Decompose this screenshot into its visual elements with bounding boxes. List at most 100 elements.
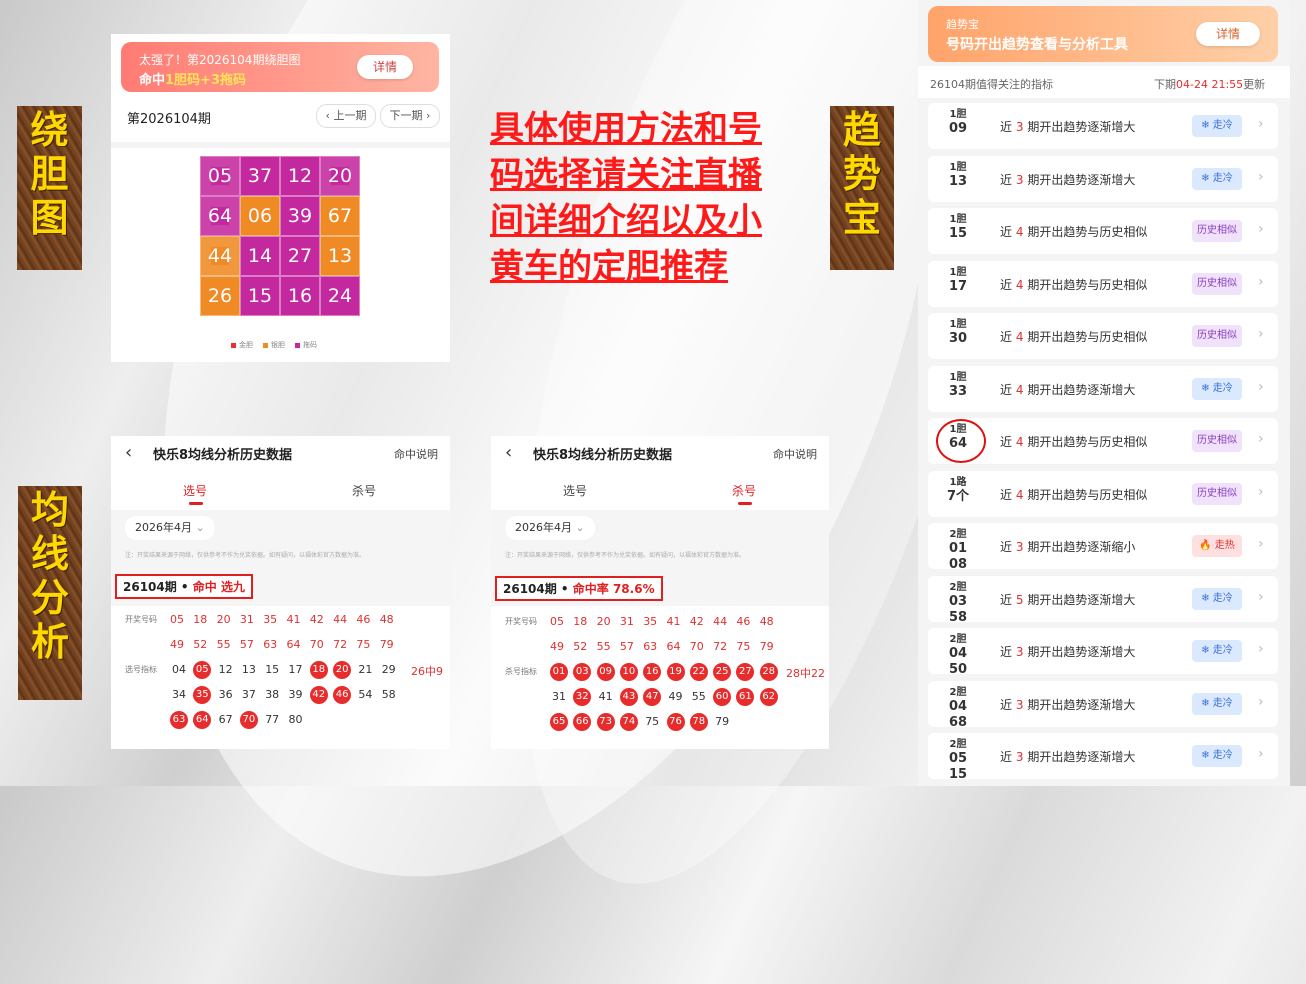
hit-ball: 47 — [643, 688, 662, 706]
label-char: 线 — [30, 532, 69, 576]
kill-label: 杀号指标 — [505, 667, 537, 676]
back-icon[interactable]: ‹ — [505, 442, 512, 463]
indicator-row[interactable]: 1胆 17 近 4 期开出趋势与历史相似 历史相似 › — [928, 260, 1278, 307]
number: 75 — [645, 715, 660, 728]
trend-tag: 历史相似 — [1192, 272, 1242, 295]
help-link[interactable]: 命中说明 — [773, 446, 817, 462]
indicator-row[interactable]: 1胆 33 近 4 期开出趋势逐渐增大 ❄ 走冷 › — [928, 365, 1278, 412]
grid-cell: 14 — [240, 236, 280, 276]
hit-ball: 46 — [333, 686, 352, 704]
legend-label: 银胆 — [271, 341, 285, 349]
grid-cell: 67 — [320, 196, 360, 236]
trend-tag: ❄ 走冷 — [1192, 115, 1242, 137]
indicator-key: 1胆 13 — [940, 162, 976, 190]
indicator-row[interactable]: 1胆 09 近 3 期开出趋势逐渐增大 ❄ 走冷 › — [928, 103, 1278, 149]
indicator-row[interactable]: 1胆 30 近 4 期开出趋势与历史相似 历史相似 › — [928, 313, 1278, 359]
indicator-row[interactable]: 2胆 03 58 近 5 期开出趋势逐渐增大 ❄ 走冷 › — [928, 575, 1278, 625]
hit-ball: 60 — [713, 688, 732, 706]
desc-count: 3 — [1015, 172, 1024, 187]
desc-pre: 近 — [1000, 330, 1013, 344]
month-select[interactable]: 2026年4月 ⌄ — [505, 516, 595, 540]
chevron-down-icon: ⌄ — [575, 521, 585, 534]
legend-swatch — [295, 342, 300, 348]
chevron-right-icon: › — [1258, 273, 1264, 290]
period-title: 第2026104期 — [127, 112, 211, 127]
next-period-button[interactable]: 下一期 › — [380, 104, 440, 128]
hit-ball: 42 — [309, 686, 328, 704]
banner-line1: 太强了！第2026104期绕胆图 — [139, 53, 301, 67]
indicator-desc: 近 3 期开出趋势逐渐增大 — [1000, 748, 1135, 765]
indicator-key: 2胆 01 08 — [940, 529, 976, 573]
tab-kill[interactable]: 杀号 — [352, 482, 376, 499]
help-link[interactable]: 命中说明 — [394, 446, 438, 462]
desc-count: 3 — [1015, 645, 1024, 659]
hit-ball: 73 — [596, 713, 615, 731]
indicator-key: 2胆 05 15 — [940, 739, 976, 783]
indicator-desc: 近 3 期开出趋势逐渐缩小 — [1000, 538, 1135, 555]
tab-select[interactable]: 选号 — [183, 482, 207, 499]
tab-kill[interactable]: 杀号 — [732, 482, 756, 499]
grid-cell: 37 — [240, 156, 280, 196]
indicator-row[interactable]: 2胆 01 08 近 3 期开出趋势逐渐缩小 🔥 走热 › — [928, 523, 1278, 572]
indicator-row[interactable]: 1胆 15 近 4 期开出趋势与历史相似 历史相似 › — [928, 208, 1278, 254]
hit-result: 命中率 78.6% — [572, 582, 655, 596]
desc-post: 期开出趋势逐渐增大 — [1027, 750, 1136, 764]
indicator-row[interactable]: 2胆 05 15 近 3 期开出趋势逐渐增大 ❄ 走冷 › — [928, 733, 1278, 782]
legend-item: 拖码 — [295, 341, 317, 349]
tab-select[interactable]: 选号 — [563, 482, 587, 499]
desc-post: 期开出趋势逐渐缩小 — [1027, 540, 1136, 554]
hit-ball: 16 — [643, 663, 662, 681]
draw-number: 72 — [333, 638, 348, 651]
desc-pre: 近 — [1000, 172, 1013, 187]
chevron-right-icon: › — [1258, 693, 1264, 710]
desc-post: 期开出趋势逐渐增大 — [1027, 645, 1136, 659]
indicator-desc: 近 4 期开出趋势与历史相似 — [1000, 276, 1147, 293]
indicator-row[interactable]: 1胆 64 近 4 期开出趋势与历史相似 历史相似 › — [928, 418, 1278, 464]
indicator-desc: 近 4 期开出趋势与历史相似 — [1000, 486, 1147, 503]
prev-period-button[interactable]: ‹ 上一期 — [316, 104, 376, 128]
draw-number: 55 — [596, 640, 611, 653]
grid-cell: 13 — [320, 236, 360, 276]
grid-cell: 39 — [280, 196, 320, 236]
qushibao-banner: 趋势宝 号码开出趋势查看与分析工具 详情 — [928, 6, 1278, 62]
back-icon[interactable]: ‹ — [125, 442, 132, 463]
desc-count: 4 — [1015, 277, 1024, 292]
indicator-row[interactable]: 1胆 13 近 3 期开出趋势逐渐增大 ❄ 走冷 › — [928, 155, 1278, 202]
month-select[interactable]: 2026年4月 ⌄ — [125, 516, 215, 540]
draw-number: 75 — [736, 640, 751, 653]
label-char: 宝 — [842, 196, 881, 240]
key-type: 1胆 — [949, 109, 967, 120]
hit-count: 28中22 — [786, 667, 825, 680]
indicator-key: 1路 7个 — [940, 477, 976, 505]
chevron-right-icon: › — [1258, 326, 1264, 342]
desc-count: 4 — [1015, 435, 1024, 449]
number: 67 — [218, 713, 233, 726]
desc-post: 期开出趋势逐渐增大 — [1027, 592, 1136, 607]
indicator-row[interactable]: 2胆 04 50 近 3 期开出趋势逐渐增大 ❄ 走冷 › — [928, 628, 1278, 677]
desc-count: 3 — [1015, 750, 1024, 764]
number-area: 开奖号码 05 18 20 31 35 41 42 44 46 48 49 52 55 57 63 64 70 72… — [491, 613, 829, 743]
indicator-row[interactable]: 2胆 04 68 近 3 期开出趋势逐渐增大 ❄ 走冷 › — [928, 680, 1278, 730]
draw-number: 42 — [309, 613, 324, 626]
desc-pre: 近 — [1000, 435, 1013, 449]
indicator-row[interactable]: 1路 7个 近 4 期开出趋势与历史相似 历史相似 › — [928, 470, 1278, 517]
update-prefix: 下期 — [1154, 78, 1176, 91]
number: 31 — [552, 690, 566, 703]
grid-cell: 16 — [280, 276, 320, 316]
draw-number: 46 — [736, 615, 751, 628]
page-title: 快乐8均线分析历史数据 — [533, 448, 673, 463]
detail-button[interactable]: 详情 — [1196, 22, 1260, 46]
hit-ball: 32 — [573, 688, 592, 706]
draw-number: 18 — [573, 615, 588, 628]
indicator-key: 1胆 33 — [940, 372, 976, 400]
indicator-key: 1胆 30 — [940, 319, 976, 347]
draw-number: 41 — [666, 615, 681, 628]
hit-ball: 70 — [239, 711, 258, 729]
chevron-right-icon: › — [1258, 536, 1264, 552]
desc-pre: 近 — [1000, 225, 1013, 239]
desc-pre: 近 — [1000, 487, 1013, 502]
desc-count: 4 — [1015, 330, 1024, 344]
detail-button[interactable]: 详情 — [357, 55, 413, 79]
desc-pre: 近 — [1000, 540, 1013, 554]
trend-tag: ❄ 走冷 — [1192, 692, 1242, 715]
